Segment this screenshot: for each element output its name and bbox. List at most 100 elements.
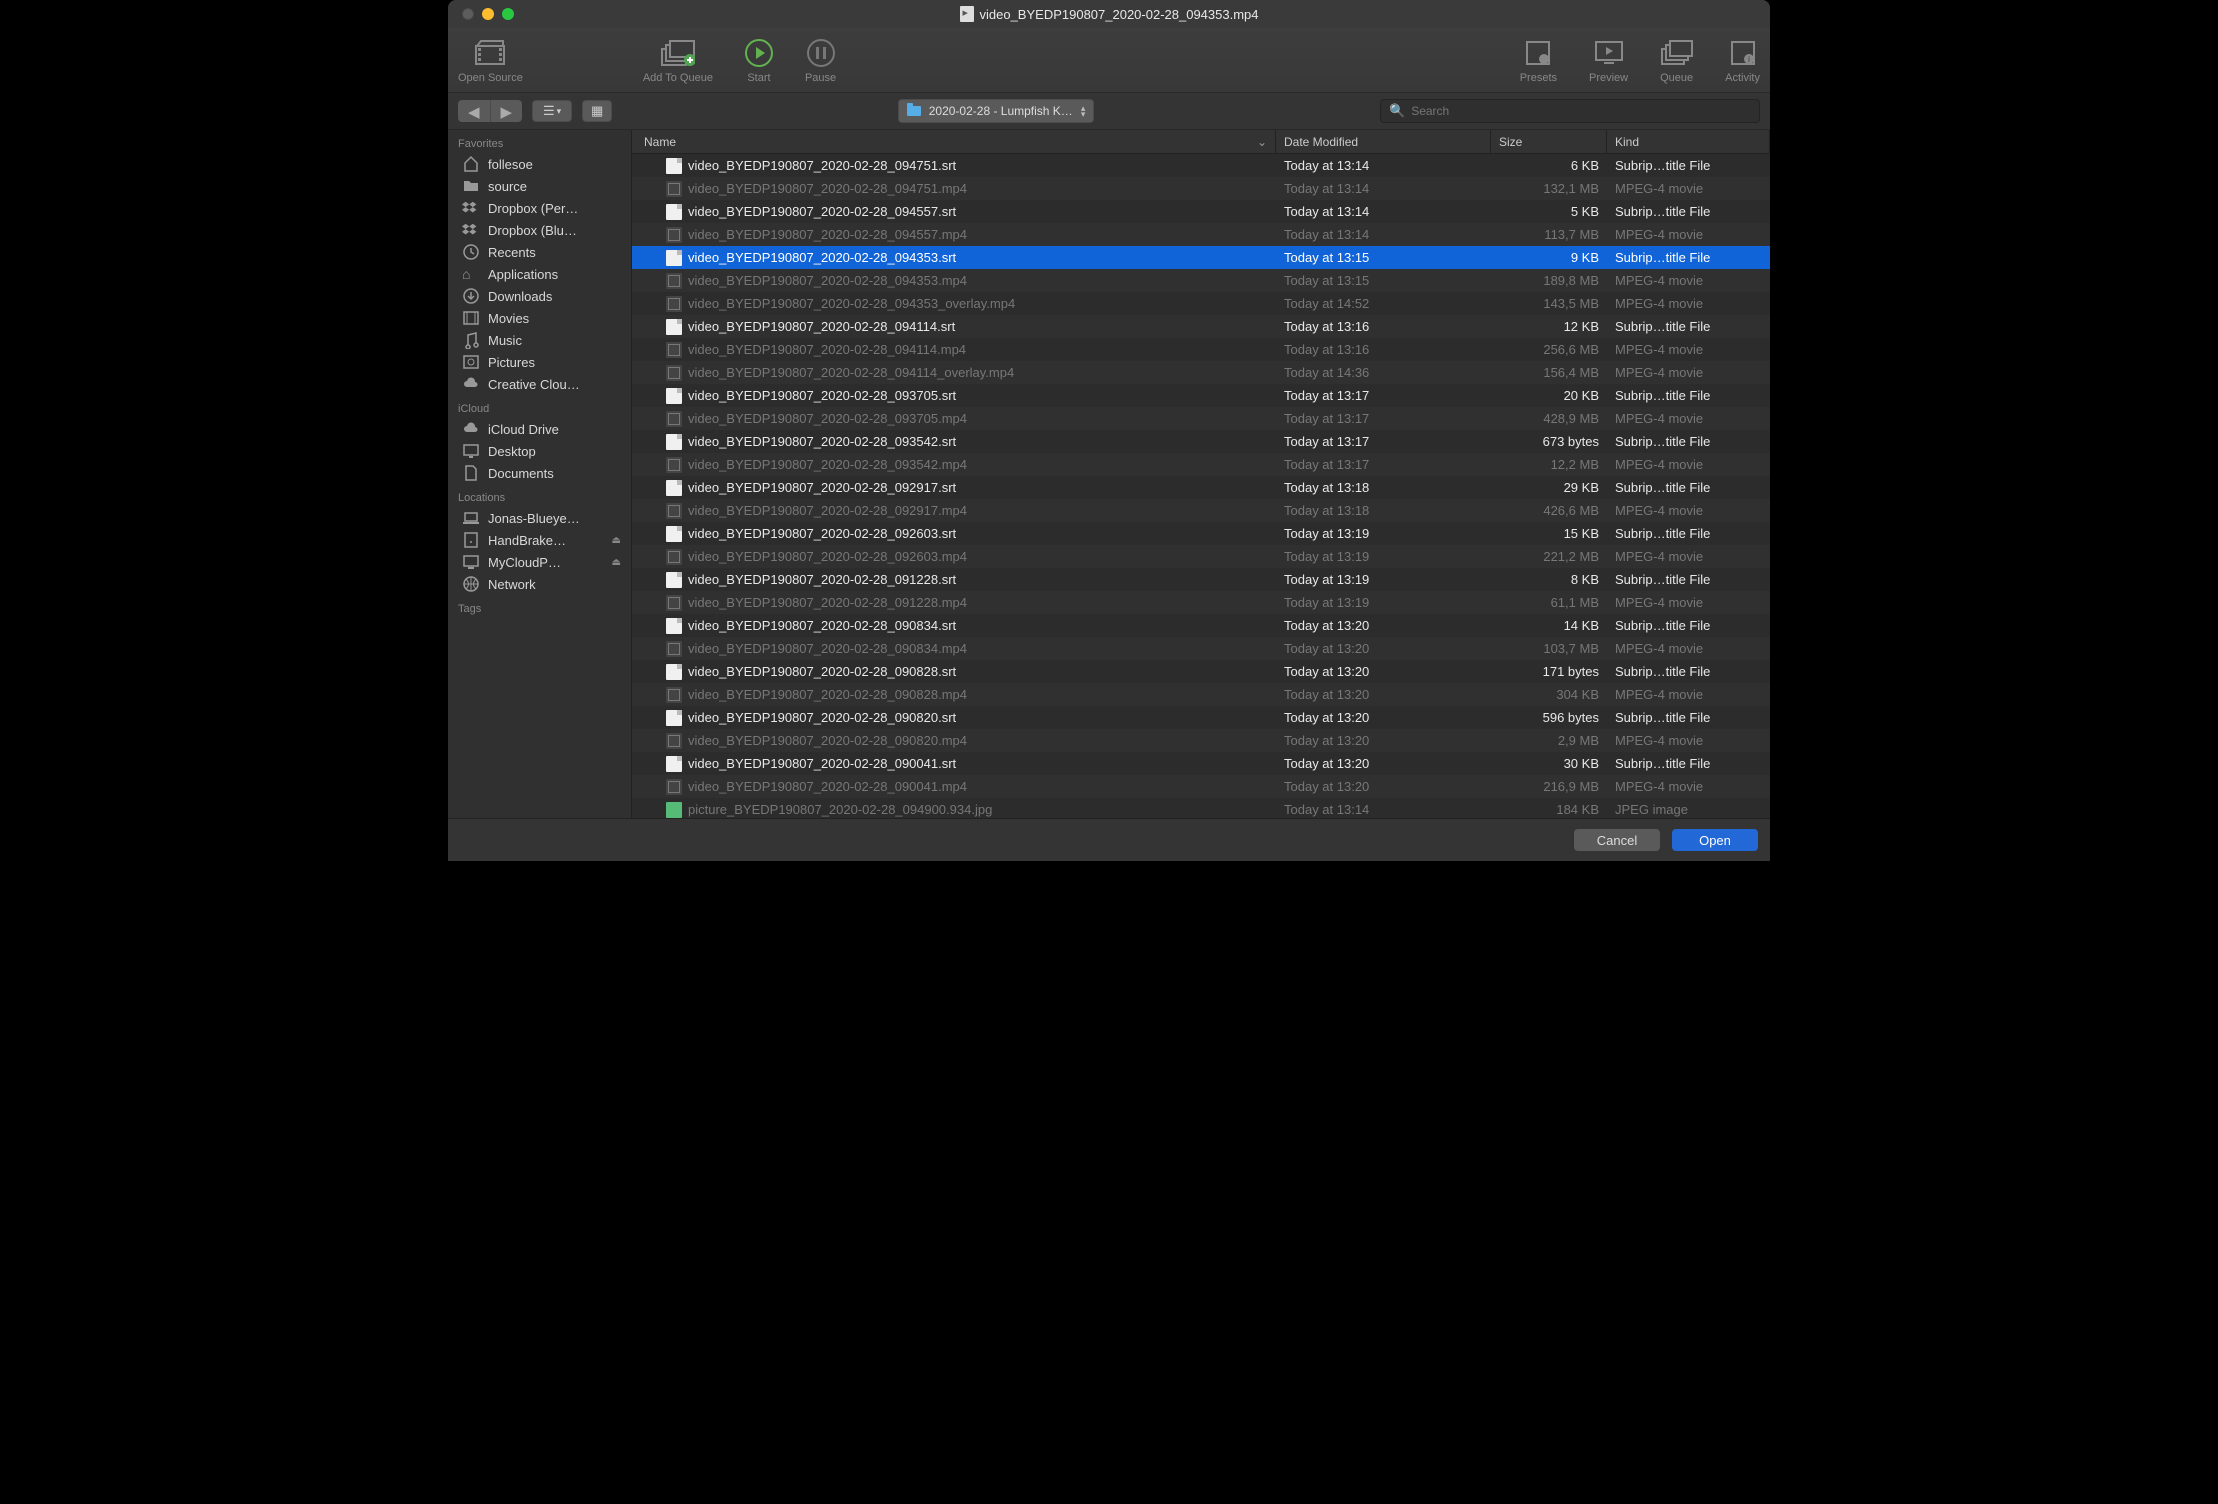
file-row[interactable]: video_BYEDP190807_2020-02-28_093542.mp4T… (632, 453, 1770, 476)
pause-button[interactable]: Pause (805, 37, 836, 84)
sidebar-item-fav-7[interactable]: Movies (448, 307, 631, 329)
file-row[interactable]: video_BYEDP190807_2020-02-28_094557.srtT… (632, 200, 1770, 223)
file-row[interactable]: video_BYEDP190807_2020-02-28_090820.srtT… (632, 706, 1770, 729)
toolbar-label: Queue (1660, 72, 1693, 84)
file-vid-icon (666, 181, 682, 197)
file-row[interactable]: video_BYEDP190807_2020-02-28_093542.srtT… (632, 430, 1770, 453)
file-row[interactable]: video_BYEDP190807_2020-02-28_090834.srtT… (632, 614, 1770, 637)
sidebar-item-icloud-2[interactable]: Documents (448, 462, 631, 484)
sidebar-item-label: Documents (488, 466, 554, 481)
sidebar-item-label: Desktop (488, 444, 536, 459)
file-row[interactable]: video_BYEDP190807_2020-02-28_092917.mp4T… (632, 499, 1770, 522)
view-mode-button[interactable]: ☰▾ (532, 100, 572, 122)
sidebar[interactable]: Favorites follesoesourceDropbox (Per…Dro… (448, 130, 632, 818)
col-date-modified[interactable]: Date Modified (1276, 130, 1491, 153)
sidebar-item-loc-1[interactable]: HandBrake…⏏ (448, 529, 631, 551)
file-row[interactable]: video_BYEDP190807_2020-02-28_091228.mp4T… (632, 591, 1770, 614)
file-modified: Today at 13:17 (1276, 411, 1491, 426)
file-vid-icon (666, 227, 682, 243)
pause-icon (807, 37, 835, 69)
start-button[interactable]: Start (745, 37, 773, 84)
file-row[interactable]: video_BYEDP190807_2020-02-28_090828.srtT… (632, 660, 1770, 683)
folder-popup[interactable]: 2020-02-28 - Lumpfish K… ▴▾ (898, 99, 1095, 123)
file-row[interactable]: video_BYEDP190807_2020-02-28_094751.srtT… (632, 154, 1770, 177)
file-kind: Subrip…title File (1607, 664, 1770, 679)
presets-button[interactable]: Presets (1520, 37, 1557, 84)
col-name[interactable]: Name⌄ (632, 130, 1276, 153)
open-button[interactable]: Open (1672, 829, 1758, 851)
queue-button[interactable]: Queue (1660, 37, 1693, 84)
sidebar-item-fav-1[interactable]: source (448, 175, 631, 197)
file-row[interactable]: video_BYEDP190807_2020-02-28_090820.mp4T… (632, 729, 1770, 752)
sidebar-item-fav-8[interactable]: Music (448, 329, 631, 351)
cancel-button[interactable]: Cancel (1574, 829, 1660, 851)
file-row[interactable]: video_BYEDP190807_2020-02-28_093705.srtT… (632, 384, 1770, 407)
file-row[interactable]: video_BYEDP190807_2020-02-28_090041.mp4T… (632, 775, 1770, 798)
eject-icon[interactable]: ⏏ (612, 535, 621, 546)
file-size: 143,5 MB (1491, 296, 1607, 311)
eject-icon[interactable]: ⏏ (612, 557, 621, 568)
activity-button[interactable]: i Activity (1725, 37, 1760, 84)
group-button[interactable]: ▦ (582, 100, 612, 122)
sidebar-item-icloud-1[interactable]: Desktop (448, 440, 631, 462)
preview-button[interactable]: Preview (1589, 37, 1628, 84)
add-to-queue-button[interactable]: Add To Queue (643, 37, 713, 84)
sidebar-item-fav-10[interactable]: Creative Clou… (448, 373, 631, 395)
file-img-icon (666, 802, 682, 818)
sidebar-item-loc-0[interactable]: Jonas-Blueye… (448, 507, 631, 529)
sidebar-item-fav-9[interactable]: Pictures (448, 351, 631, 373)
file-row[interactable]: video_BYEDP190807_2020-02-28_092603.srtT… (632, 522, 1770, 545)
file-row[interactable]: video_BYEDP190807_2020-02-28_094114.srtT… (632, 315, 1770, 338)
sidebar-item-fav-5[interactable]: ⌂Applications (448, 263, 631, 285)
file-kind: MPEG-4 movie (1607, 411, 1770, 426)
file-modified: Today at 13:20 (1276, 664, 1491, 679)
sidebar-item-loc-2[interactable]: MyCloudP… ⏏ (448, 551, 631, 573)
file-size: 189,8 MB (1491, 273, 1607, 288)
file-row[interactable]: video_BYEDP190807_2020-02-28_094114_over… (632, 361, 1770, 384)
grid-icon: ▦ (591, 103, 603, 119)
file-name: video_BYEDP190807_2020-02-28_090834.srt (688, 618, 956, 633)
sidebar-item-label: iCloud Drive (488, 422, 559, 437)
col-size[interactable]: Size (1491, 130, 1607, 153)
file-row[interactable]: video_BYEDP190807_2020-02-28_094353.mp4T… (632, 269, 1770, 292)
sidebar-item-loc-3[interactable]: Network (448, 573, 631, 595)
col-kind[interactable]: Kind (1607, 130, 1770, 153)
file-pane: Name⌄ Date Modified Size Kind video_BYED… (632, 130, 1770, 818)
file-row[interactable]: video_BYEDP190807_2020-02-28_090828.mp4T… (632, 683, 1770, 706)
open-source-button[interactable]: Open Source (458, 37, 523, 84)
file-row[interactable]: video_BYEDP190807_2020-02-28_094557.mp4T… (632, 223, 1770, 246)
sidebar-item-fav-2[interactable]: Dropbox (Per… (448, 197, 631, 219)
sidebar-item-fav-6[interactable]: Downloads (448, 285, 631, 307)
file-kind: MPEG-4 movie (1607, 549, 1770, 564)
sidebar-item-fav-4[interactable]: Recents (448, 241, 631, 263)
back-button[interactable]: ◀ (458, 100, 491, 122)
search-icon: 🔍 (1389, 103, 1405, 119)
sidebar-item-label: MyCloudP… (488, 555, 561, 570)
file-row[interactable]: video_BYEDP190807_2020-02-28_094114.mp4T… (632, 338, 1770, 361)
up-down-icon: ▴▾ (1081, 105, 1086, 117)
file-doc-icon (666, 434, 682, 450)
sidebar-item-fav-0[interactable]: follesoe (448, 153, 631, 175)
file-list[interactable]: video_BYEDP190807_2020-02-28_094751.srtT… (632, 154, 1770, 818)
file-row[interactable]: picture_BYEDP190807_2020-02-28_094900.93… (632, 798, 1770, 818)
sidebar-item-fav-3[interactable]: Dropbox (Blu… (448, 219, 631, 241)
sidebar-item-icloud-0[interactable]: iCloud Drive (448, 418, 631, 440)
file-kind: MPEG-4 movie (1607, 342, 1770, 357)
file-row[interactable]: video_BYEDP190807_2020-02-28_094353.srtT… (632, 246, 1770, 269)
chevron-down-icon: ▾ (557, 106, 562, 117)
file-kind: Subrip…title File (1607, 204, 1770, 219)
file-row[interactable]: video_BYEDP190807_2020-02-28_090834.mp4T… (632, 637, 1770, 660)
file-kind: MPEG-4 movie (1607, 779, 1770, 794)
file-row[interactable]: video_BYEDP190807_2020-02-28_092603.mp4T… (632, 545, 1770, 568)
file-row[interactable]: video_BYEDP190807_2020-02-28_092917.srtT… (632, 476, 1770, 499)
file-size: 428,9 MB (1491, 411, 1607, 426)
forward-button[interactable]: ▶ (491, 100, 523, 122)
file-row[interactable]: video_BYEDP190807_2020-02-28_093705.mp4T… (632, 407, 1770, 430)
search-input[interactable] (1411, 104, 1751, 118)
file-row[interactable]: video_BYEDP190807_2020-02-28_091228.srtT… (632, 568, 1770, 591)
file-row[interactable]: video_BYEDP190807_2020-02-28_094353_over… (632, 292, 1770, 315)
file-modified: Today at 13:15 (1276, 273, 1491, 288)
file-row[interactable]: video_BYEDP190807_2020-02-28_090041.srtT… (632, 752, 1770, 775)
search-field[interactable]: 🔍 (1380, 99, 1760, 123)
file-row[interactable]: video_BYEDP190807_2020-02-28_094751.mp4T… (632, 177, 1770, 200)
